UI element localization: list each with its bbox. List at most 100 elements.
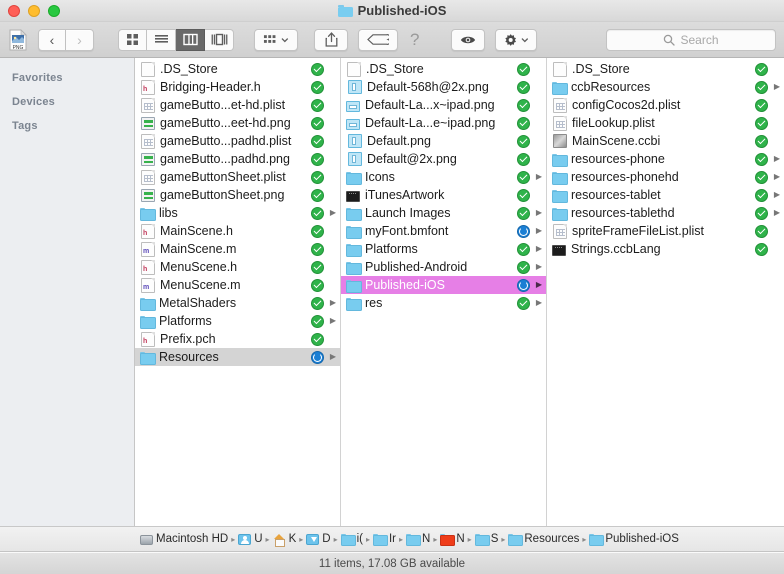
check-badge-icon [755, 188, 768, 202]
path-segment-label: Published-iOS [605, 533, 679, 545]
column-browser: .DS_Store▶hBridging-Header.h▶gameButto..… [135, 58, 784, 526]
minimize-button[interactable] [28, 4, 40, 17]
file-row[interactable]: resources-phonehd ▶ [547, 168, 784, 186]
file-row[interactable]: hPrefix.pch▶ [135, 330, 340, 348]
disclosure-arrow-icon[interactable]: ▶ [773, 155, 781, 163]
tag-icon [367, 34, 389, 45]
png-document-icon[interactable]: PNG [8, 28, 28, 51]
path-segment[interactable]: D [306, 533, 331, 545]
gallery-view-button[interactable] [205, 28, 234, 51]
h-header-file-icon: h [141, 79, 155, 95]
file-row[interactable]: Resources ▶ [135, 348, 340, 366]
disclosure-arrow-icon[interactable]: ▶ [535, 209, 543, 217]
disclosure-arrow-icon[interactable]: ▶ [773, 173, 781, 181]
h-header-file-icon: h [141, 259, 155, 275]
file-row[interactable]: resources-tablethd ▶ [547, 204, 784, 222]
disclosure-arrow-icon[interactable]: ▶ [329, 209, 337, 217]
file-row[interactable]: Default@2x.png▶ [341, 150, 546, 168]
disclosure-arrow-icon[interactable]: ▶ [535, 227, 543, 235]
disclosure-arrow-icon[interactable]: ▶ [535, 245, 543, 253]
file-row[interactable]: gameButto...eet-hd.png▶ [135, 114, 340, 132]
file-row[interactable]: .DS_Store▶ [135, 60, 340, 78]
file-row[interactable]: Published-Android ▶ [341, 258, 546, 276]
path-segment[interactable]: Published-iOS [589, 533, 679, 546]
path-bar[interactable]: Macintosh HD ▸ U ▸ K ▸ D ▸ i(▸ Ir ▸ N ▸ N ▸ S ▸ Resources… [0, 527, 784, 552]
back-button[interactable]: ‹ [38, 28, 66, 51]
file-row[interactable]: Launch Images ▶ [341, 204, 546, 222]
close-button[interactable] [8, 4, 20, 17]
icon-view-button[interactable] [118, 28, 147, 51]
file-row[interactable]: ccbResources ▶ [547, 78, 784, 96]
file-row[interactable]: Default-568h@2x.png▶ [341, 78, 546, 96]
file-row[interactable]: Platforms ▶ [135, 312, 340, 330]
file-row[interactable]: Default.png▶ [341, 132, 546, 150]
folder-icon [140, 350, 156, 365]
tag-button[interactable] [358, 28, 398, 51]
disclosure-arrow-icon[interactable]: ▶ [535, 281, 543, 289]
help-button[interactable]: ? [404, 29, 425, 51]
disclosure-arrow-icon[interactable]: ▶ [329, 353, 337, 361]
file-row[interactable]: gameButtonSheet.png▶ [135, 186, 340, 204]
file-row[interactable]: .DS_Store▶ [341, 60, 546, 78]
file-row[interactable]: Icons ▶ [341, 168, 546, 186]
path-segment[interactable]: i( [340, 533, 363, 546]
disclosure-arrow-icon[interactable]: ▶ [773, 209, 781, 217]
list-view-button[interactable] [147, 28, 176, 51]
quicklook-button[interactable] [451, 28, 486, 51]
disclosure-arrow-icon[interactable]: ▶ [535, 263, 543, 271]
file-row[interactable]: res ▶ [341, 294, 546, 312]
file-column-3[interactable]: .DS_Store▶ccbResources▶configCocos2d.pli… [547, 58, 784, 526]
file-row[interactable]: iTunesArtwork▶ [341, 186, 546, 204]
path-segment[interactable]: U [238, 533, 263, 545]
arrange-button[interactable] [254, 28, 298, 51]
path-segment[interactable]: Resources [508, 533, 579, 546]
file-row[interactable]: hMenuScene.h▶ [135, 258, 340, 276]
file-row[interactable]: Published-iOS ▶ [341, 276, 546, 294]
file-row[interactable]: configCocos2d.plist▶ [547, 96, 784, 114]
file-row[interactable]: Default-La...e~ipad.png▶ [341, 114, 546, 132]
sidebar-section-favorites[interactable]: Favorites [0, 66, 134, 90]
sidebar-section-devices[interactable]: Devices [0, 90, 134, 114]
maximize-button[interactable] [48, 4, 60, 17]
path-segment[interactable]: Macintosh HD [140, 533, 228, 545]
disclosure-arrow-icon[interactable]: ▶ [535, 173, 543, 181]
path-segment[interactable]: N [440, 533, 465, 546]
path-segment[interactable]: Ir [372, 533, 396, 546]
disclosure-arrow-icon[interactable]: ▶ [773, 83, 781, 91]
file-row[interactable]: fileLookup.plist▶ [547, 114, 784, 132]
file-row[interactable]: gameButtonSheet.plist▶ [135, 168, 340, 186]
file-row[interactable]: .DS_Store▶ [547, 60, 784, 78]
file-row[interactable]: hMainScene.h▶ [135, 222, 340, 240]
file-row[interactable]: MainScene.ccbi▶ [547, 132, 784, 150]
file-row[interactable]: resources-tablet ▶ [547, 186, 784, 204]
file-row[interactable]: spriteFrameFileList.plist▶ [547, 222, 784, 240]
action-menu-button[interactable] [495, 28, 538, 51]
path-segment[interactable]: K [273, 533, 296, 547]
file-column-2[interactable]: .DS_Store▶Default-568h@2x.png▶Default-La… [341, 58, 547, 526]
file-row[interactable]: mMenuScene.m▶ [135, 276, 340, 294]
disclosure-arrow-icon[interactable]: ▶ [329, 299, 337, 307]
disclosure-arrow-icon[interactable]: ▶ [535, 299, 543, 307]
path-segment[interactable]: S [474, 533, 498, 546]
file-row[interactable]: mMainScene.m▶ [135, 240, 340, 258]
file-row[interactable]: Default-La...x~ipad.png▶ [341, 96, 546, 114]
file-row[interactable]: gameButto...et-hd.plist▶ [135, 96, 340, 114]
file-column-1[interactable]: .DS_Store▶hBridging-Header.h▶gameButto..… [135, 58, 341, 526]
column-view-button[interactable] [176, 28, 205, 51]
file-row[interactable]: Strings.ccbLang▶ [547, 240, 784, 258]
sidebar-section-tags[interactable]: Tags [0, 114, 134, 138]
file-row[interactable]: libs ▶ [135, 204, 340, 222]
disclosure-arrow-icon[interactable]: ▶ [773, 191, 781, 199]
file-row[interactable]: Platforms ▶ [341, 240, 546, 258]
search-field[interactable]: Search [606, 28, 776, 51]
file-row[interactable]: gameButto...padhd.png▶ [135, 150, 340, 168]
file-row[interactable]: gameButto...padhd.plist▶ [135, 132, 340, 150]
share-button[interactable] [314, 28, 348, 51]
file-row[interactable]: myFont.bmfont ▶ [341, 222, 546, 240]
disclosure-arrow-icon[interactable]: ▶ [329, 317, 337, 325]
path-segment[interactable]: N [406, 533, 430, 546]
file-row[interactable]: resources-phone ▶ [547, 150, 784, 168]
file-row[interactable]: hBridging-Header.h▶ [135, 78, 340, 96]
forward-button[interactable]: › [66, 28, 94, 51]
file-row[interactable]: MetalShaders ▶ [135, 294, 340, 312]
